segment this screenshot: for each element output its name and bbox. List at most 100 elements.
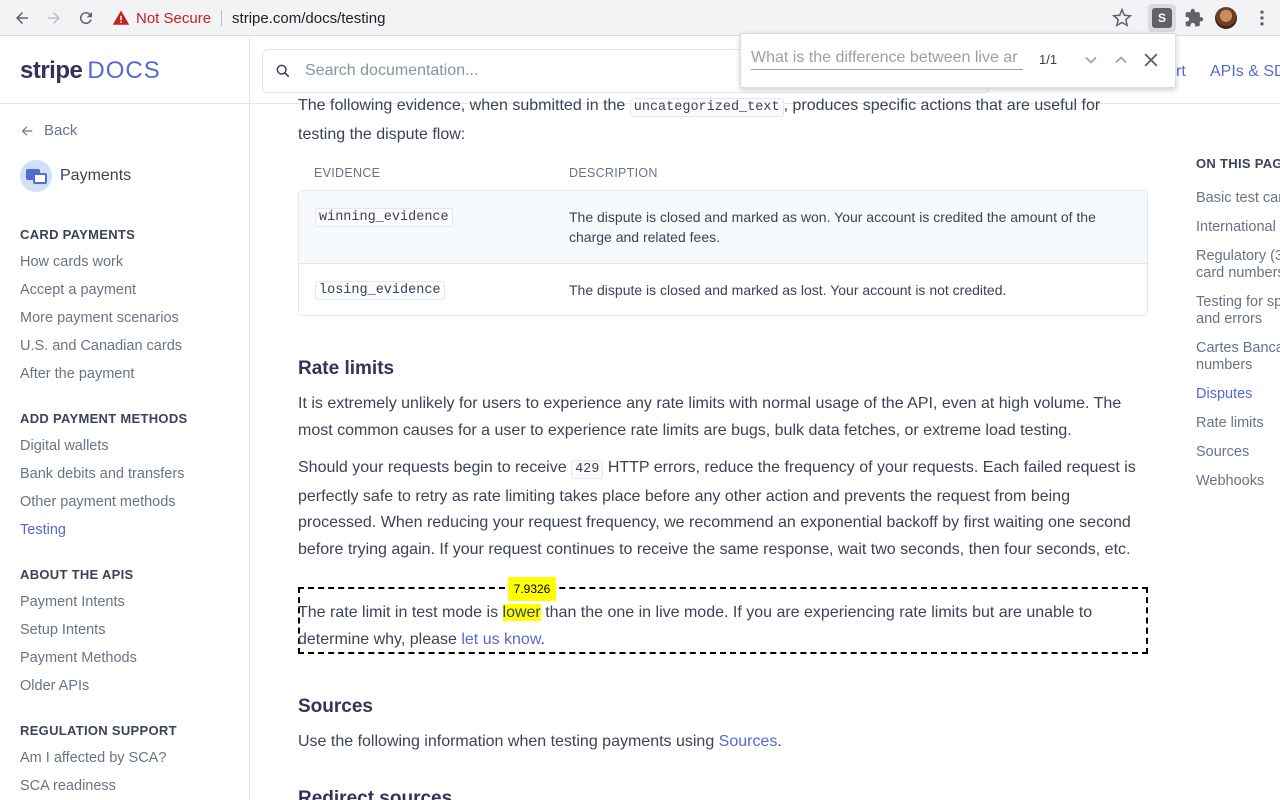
toc-title: ON THIS PAG [1196,156,1280,171]
product-payments[interactable]: Payments [20,160,131,192]
section-title-card-payments: CARD PAYMENTS [20,227,136,242]
search-icon [276,64,290,78]
sources-text-b: . [777,733,782,750]
sidebar-item-sca-readiness[interactable]: SCA readiness [20,778,116,794]
toc-line: Disputes [1196,386,1253,402]
forward-arrow-icon[interactable] [42,6,66,30]
address-bar[interactable]: Not Secure stripe.com/docs/testing [108,4,1142,32]
toc-item-rate-limits[interactable]: Rate limits [1196,415,1264,432]
intro-text-b: , produces specific actions that are use… [783,97,1101,114]
rate-limits-paragraph-3: The rate limit in test mode is lower tha… [298,600,1148,653]
code-losing-evidence: losing_evidence [315,281,445,300]
find-input[interactable]: What is the difference between live ar [751,49,1023,70]
match-score-tag: 7.9326 [508,577,556,601]
toc-line: numbers [1196,357,1253,373]
table-header-evidence: EVIDENCE [314,166,381,180]
toc-line: Basic test car [1196,190,1280,206]
sources-paragraph: Use the following information when testi… [298,729,1148,756]
extensions-puzzle-icon[interactable] [1184,8,1204,28]
extension-s-icon[interactable]: S [1152,8,1172,28]
table-row: winning_evidence The dispute is closed a… [299,191,1147,264]
sidebar-item-testing[interactable]: Testing [20,522,66,538]
profile-avatar[interactable] [1215,7,1237,29]
toc-item-basic-test-cards[interactable]: Basic test car [1196,190,1280,207]
logo-stripe-text: stripe [20,57,83,84]
docs-sidebar: Back Payments CARD PAYMENTS How cards wo… [0,104,249,800]
rate-limits-paragraph-1: It is extremely unlikely for users to ex… [298,395,1122,439]
sidebar-item-bank-debits[interactable]: Bank debits and transfers [20,466,184,482]
section-title-add-payment-methods: ADD PAYMENT METHODS [20,411,188,426]
sidebar-item-us-canadian-cards[interactable]: U.S. and Canadian cards [20,338,182,354]
logo-docs-text: DOCS [87,57,161,84]
chevron-up-icon[interactable] [1111,50,1131,70]
toc-line: International [1196,219,1276,235]
sidebar-item-older-apis[interactable]: Older APIs [20,678,89,694]
url-text[interactable]: stripe.com/docs/testing [232,10,385,27]
find-highlight: lower [502,604,541,621]
product-label: Payments [60,167,132,184]
toc-item-testing-for-specific-responses[interactable]: Testing for sp and errors [1196,294,1280,328]
section-title-regulation-support: REGULATION SUPPORT [20,723,177,738]
toc-line: and errors [1196,311,1263,327]
sidebar-item-after-the-payment[interactable]: After the payment [20,366,134,382]
rate-p2-text-a: Should your requests begin to receive [298,459,572,476]
sidebar-item-accept-a-payment[interactable]: Accept a payment [20,282,136,298]
security-status[interactable]: Not Secure [136,10,211,27]
description-losing-evidence: The dispute is closed and marked as lost… [569,282,1007,298]
sidebar-item-more-payment-scenarios[interactable]: More payment scenarios [20,310,179,326]
toc-line: Regulatory (3 [1196,248,1280,264]
sidebar-divider [249,37,250,800]
sources-heading: Sources [298,696,373,717]
chevron-down-icon[interactable] [1081,50,1101,70]
apis-sdks-link[interactable]: APIs & SD [1210,63,1280,81]
more-vertical-icon[interactable] [1252,8,1272,28]
sources-link[interactable]: Sources [719,733,778,750]
toc-item-disputes[interactable]: Disputes [1196,386,1252,403]
find-in-page-bar: What is the difference between live ar 1… [740,33,1176,88]
toc-item-cartes-bancaires[interactable]: Cartes Banca numbers [1196,340,1280,374]
inline-code-429: 429 [571,460,604,479]
payments-icon [20,160,52,192]
toc-line: Testing for sp [1196,294,1280,310]
sidebar-item-other-payment-methods[interactable]: Other payment methods [20,494,176,510]
stripe-docs-logo[interactable]: stripe DOCS [20,57,161,85]
rate-limits-paragraph-2: Should your requests begin to receive 42… [298,455,1148,563]
sidebar-item-am-i-affected-by-sca[interactable]: Am I affected by SCA? [20,750,166,766]
sidebar-item-setup-intents[interactable]: Setup Intents [20,622,105,638]
let-us-know-link[interactable]: let us know [461,631,540,648]
toc-item-webhooks[interactable]: Webhooks [1196,473,1264,490]
close-icon[interactable] [1141,50,1161,70]
redirect-sources-heading: Redirect sources [298,788,453,800]
back-link[interactable]: Back [20,122,77,139]
toc-line: Cartes Banca [1196,340,1280,356]
code-winning-evidence: winning_evidence [315,208,453,227]
toc-item-international[interactable]: International [1196,219,1276,236]
toc-line: card numbers [1196,265,1280,281]
back-arrow-icon[interactable] [10,6,34,30]
evidence-table: winning_evidence The dispute is closed a… [298,190,1148,316]
rate-limits-heading: Rate limits [298,358,395,379]
table-header-description: DESCRIPTION [569,166,658,180]
rate-p3-text-a: The rate limit in test mode is [298,604,503,621]
description-winning-evidence: The dispute is closed and marked as won.… [569,209,1096,245]
browser-toolbar: Not Secure stripe.com/docs/testing S [0,0,1280,36]
intro-text-c: testing the dispute flow: [298,125,466,143]
bookmark-star-icon[interactable] [1112,8,1132,28]
sidebar-item-how-cards-work[interactable]: How cards work [20,254,123,270]
sidebar-item-payment-methods[interactable]: Payment Methods [20,650,137,666]
back-arrow-icon [21,125,33,136]
rate-p3-text-c: . [540,630,545,648]
toc-line: Sources [1196,444,1250,460]
reload-icon[interactable] [74,6,98,30]
support-link[interactable]: rt [1176,63,1186,81]
sidebar-item-digital-wallets[interactable]: Digital wallets [20,438,109,454]
intro-text-a: The following evidence, when submitted i… [298,97,630,114]
find-match-count: 1/1 [1039,52,1058,67]
inline-code-uncategorized-text: uncategorized_text [629,98,784,117]
toc-line: Webhooks [1196,473,1265,489]
search-placeholder: Search documentation... [305,62,479,79]
toc-item-regulatory[interactable]: Regulatory (3 card numbers [1196,248,1280,282]
dispute-intro-paragraph: The following evidence, when submitted i… [298,93,1148,143]
sidebar-item-payment-intents[interactable]: Payment Intents [20,594,125,610]
toc-item-sources[interactable]: Sources [1196,444,1249,461]
